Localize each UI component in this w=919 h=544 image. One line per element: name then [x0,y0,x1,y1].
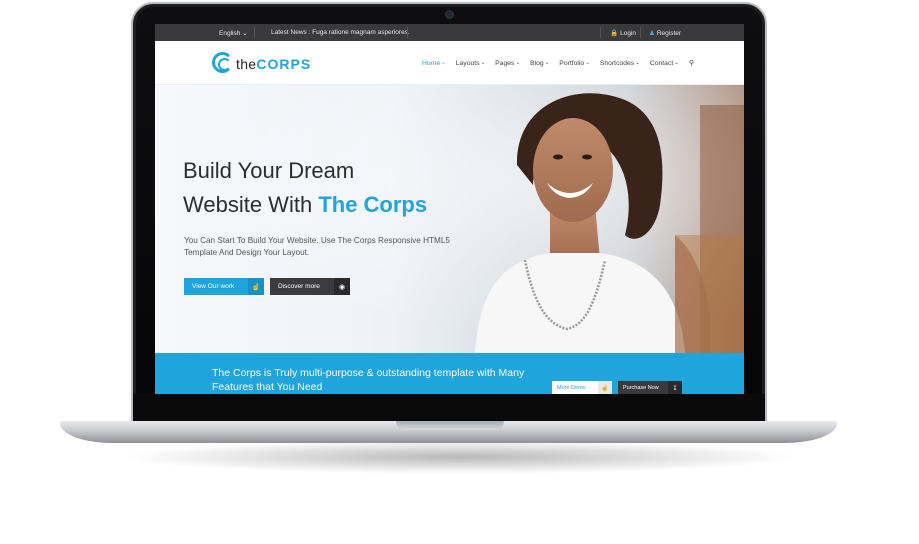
hero-woman-image [155,85,744,353]
register-label: Register [656,30,682,37]
button-label: Discover more [278,283,320,290]
thumbs-up-icon: ☝ [598,381,612,394]
chevron-down-icon: ⌄ [635,60,640,66]
discover-more-button[interactable]: Discover more ◉ [270,278,350,295]
hero-description: You Can Start To Build Your Website. Use… [184,236,450,257]
more-demo-button[interactable]: More Demo ☝ [552,381,612,394]
search-icon[interactable]: ⚲ [689,59,694,67]
menu-item-shortcodes[interactable]: Shortcodes ⌄ [600,59,640,67]
chevron-down-icon: ⌄ [480,60,486,66]
divider [254,27,255,38]
menu-label: Layouts [455,59,480,67]
language-label: English [219,30,241,37]
menu-label: Contact [649,59,674,67]
logo-text-corps: CORPS [256,56,312,72]
menu-item-blog[interactable]: Blog ⌄ [530,59,549,67]
login-link[interactable]: 🔒 Login [610,29,636,37]
menu-label: Home [422,59,441,67]
purchase-now-button[interactable]: Purchase Now ↧ [618,381,682,394]
user-icon: ♟ [649,30,655,37]
chevron-down-icon: ⌄ [585,60,590,66]
register-link[interactable]: ♟ Register [649,29,681,37]
menu-item-portfolio[interactable]: Portfolio ⌄ [559,59,590,67]
chevron-down-icon: ⌄ [515,60,521,66]
main-navbar: theCORPS Home ⌄ Layouts ⌄ Pages ⌄ Blog ⌄ Por… [155,41,744,85]
divider [600,27,601,38]
top-bar: English ⌄ Latest News : Fuga ratione mag… [155,24,744,41]
menu-label: Blog [530,59,544,67]
logo-icon[interactable] [212,52,233,73]
view-our-work-button[interactable]: View Our work ☝ [184,278,264,295]
screen-bezel [133,394,765,421]
chevron-down-icon: ⌄ [242,30,248,37]
website-screen: English ⌄ Latest News : Fuga ratione mag… [155,24,744,394]
divider [640,27,641,38]
webcam-icon [446,11,453,18]
news-ticker[interactable]: Latest News : Fuga ratione magnam asperi… [271,29,410,36]
menu-item-layouts[interactable]: Layouts ⌄ [456,59,485,67]
hero-title-line2: Website With The Corps [183,192,427,218]
login-label: Login [620,30,636,37]
hero-title-accent: The Corps [318,192,428,217]
chevron-down-icon: ⌄ [674,60,679,66]
menu-label: Portfolio [559,59,585,67]
main-menu: Home ⌄ Layouts ⌄ Pages ⌄ Blog ⌄ Portfolio ⌄ S… [422,59,694,68]
hero-title-line1: Build Your Dream [183,158,355,183]
eye-icon: ◉ [334,278,350,295]
language-selector[interactable]: English ⌄ [219,29,248,37]
menu-label: Shortcodes [599,59,635,67]
thumbs-up-icon: ☝ [248,278,264,295]
chevron-down-icon: ⌄ [544,60,550,66]
divider [407,27,408,38]
hero-section: Build Your Dream Website With The Corps … [155,85,744,353]
button-label: View Our work [192,283,235,290]
menu-item-contact[interactable]: Contact ⌄ [650,59,679,67]
menu-label: Pages [495,59,515,67]
menu-item-home[interactable]: Home ⌄ [422,59,446,67]
logo-text-the: the [236,56,257,72]
laptop-notch [396,421,504,430]
button-label: More Demo [557,385,586,391]
lock-icon: 🔒 [610,30,619,37]
hero-title-prefix: Website With [183,192,313,217]
download-icon: ↧ [668,381,682,394]
promo-banner: The Corps is Truly multi-purpose & outst… [155,353,744,394]
chevron-down-icon: ⌄ [441,60,446,66]
promo-text: The Corps is Truly multi-purpose & outst… [212,367,525,393]
menu-item-pages[interactable]: Pages ⌄ [495,59,520,67]
logo[interactable]: theCORPS [236,56,311,72]
button-label: Purchase Now [623,385,659,391]
laptop-shadow [120,440,800,474]
